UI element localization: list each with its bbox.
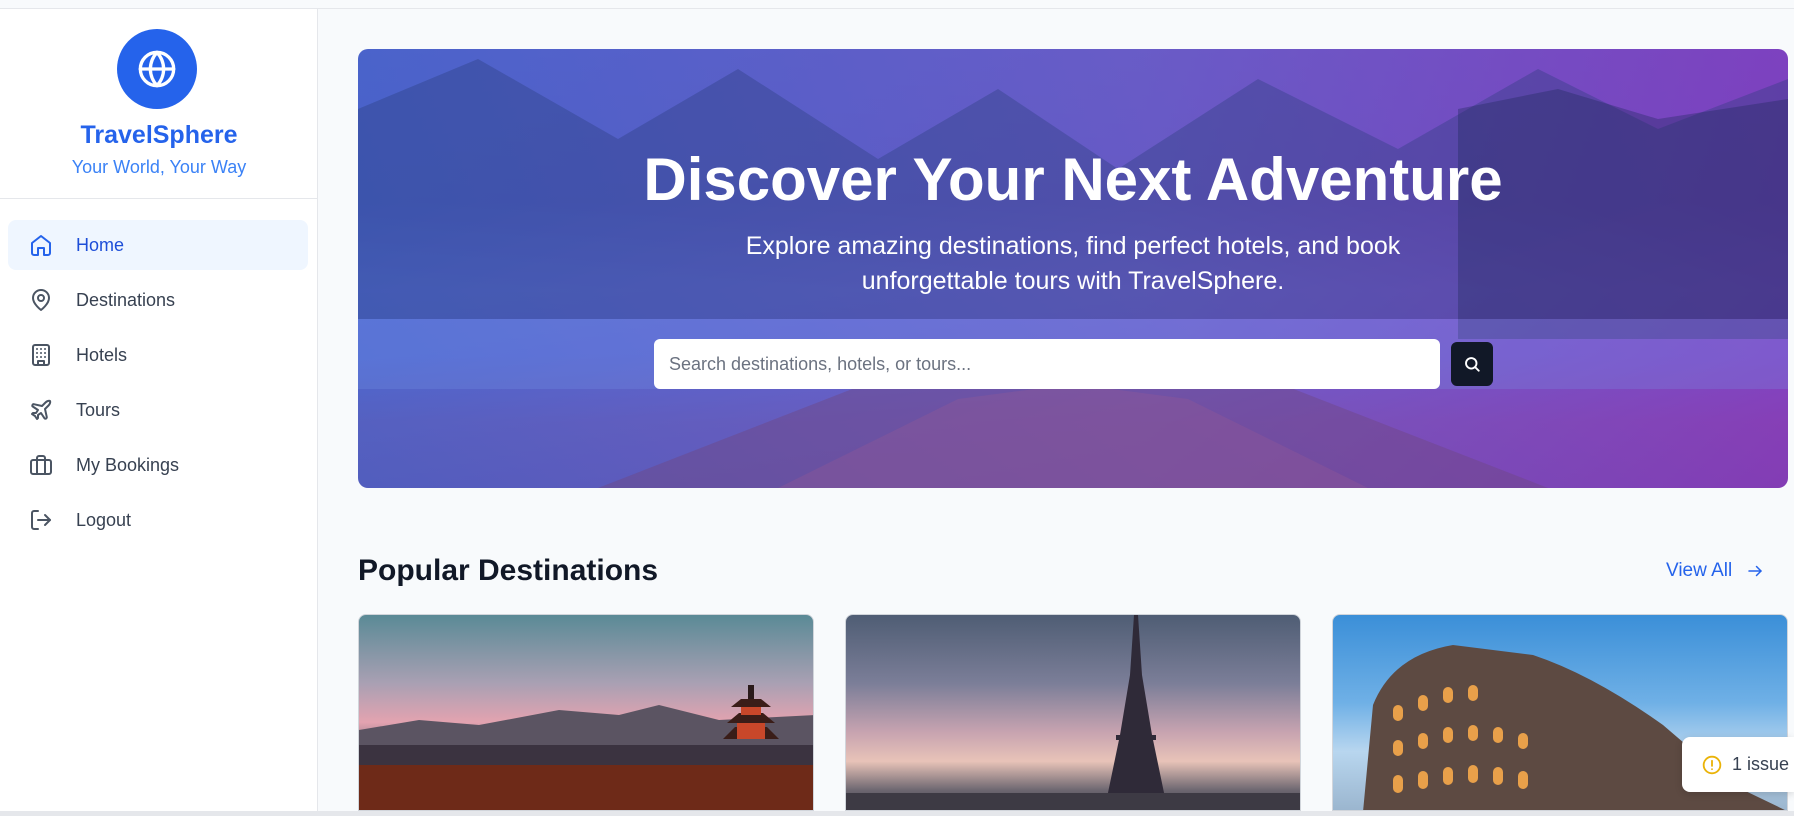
sidebar-item-destinations[interactable]: Destinations xyxy=(8,275,308,325)
brand-name: TravelSphere xyxy=(80,121,238,149)
search-input[interactable] xyxy=(654,339,1440,389)
search-icon xyxy=(1465,357,1480,372)
sidebar-nav: Home Destinations Hotels Tours My Bookin… xyxy=(8,220,308,550)
plane-icon xyxy=(28,397,54,423)
briefcase-icon xyxy=(28,452,54,478)
sidebar-item-logout[interactable]: Logout xyxy=(8,495,308,545)
brand-header: TravelSphere Your World, Your Way xyxy=(0,9,317,199)
sidebar-item-label: My Bookings xyxy=(76,454,180,475)
globe-icon xyxy=(138,50,176,88)
sidebar-item-home[interactable]: Home xyxy=(8,220,308,270)
sidebar-item-label: Logout xyxy=(76,509,132,530)
app-root: TravelSphere Your World, Your Way Home D… xyxy=(0,0,1794,816)
home-icon xyxy=(28,232,54,258)
sidebar-item-hotels[interactable]: Hotels xyxy=(8,330,308,380)
arrow-right-icon xyxy=(1748,565,1762,577)
building-icon xyxy=(28,342,54,368)
destination-card[interactable] xyxy=(845,614,1301,811)
search-button[interactable] xyxy=(1451,342,1493,386)
sidebar-item-label: Tours xyxy=(76,399,121,420)
bottom-divider xyxy=(0,811,1794,816)
popular-destinations-title: Popular Destinations xyxy=(358,554,659,587)
issue-badge[interactable]: 1 issue xyxy=(1682,737,1794,792)
sidebar-item-label: Hotels xyxy=(76,344,128,365)
view-all-label: View All xyxy=(1666,560,1733,581)
sidebar-item-tours[interactable]: Tours xyxy=(8,385,308,435)
warning-circle-icon xyxy=(1702,755,1722,774)
hero-subtitle: Explore amazing destinations, find perfe… xyxy=(745,232,1401,295)
hero-banner: Discover Your Next Adventure Explore ama… xyxy=(358,49,1788,488)
eiffel-tower-image xyxy=(846,615,1300,810)
hero-title: Discover Your Next Adventure xyxy=(643,146,1503,213)
map-pin-icon xyxy=(28,287,54,313)
logout-icon xyxy=(28,507,54,533)
brand-tagline: Your World, Your Way xyxy=(71,157,247,177)
brand-logo[interactable] xyxy=(117,29,197,109)
kyoto-pagoda-image xyxy=(359,685,813,810)
issue-badge-label: 1 issue xyxy=(1732,754,1790,774)
sidebar: TravelSphere Your World, Your Way Home D… xyxy=(0,9,318,811)
sidebar-item-my-bookings[interactable]: My Bookings xyxy=(8,440,308,490)
destination-card[interactable] xyxy=(358,614,814,811)
view-all-link[interactable]: View All xyxy=(1666,560,1764,582)
sidebar-item-label: Home xyxy=(76,234,125,255)
sidebar-item-label: Destinations xyxy=(76,289,176,310)
